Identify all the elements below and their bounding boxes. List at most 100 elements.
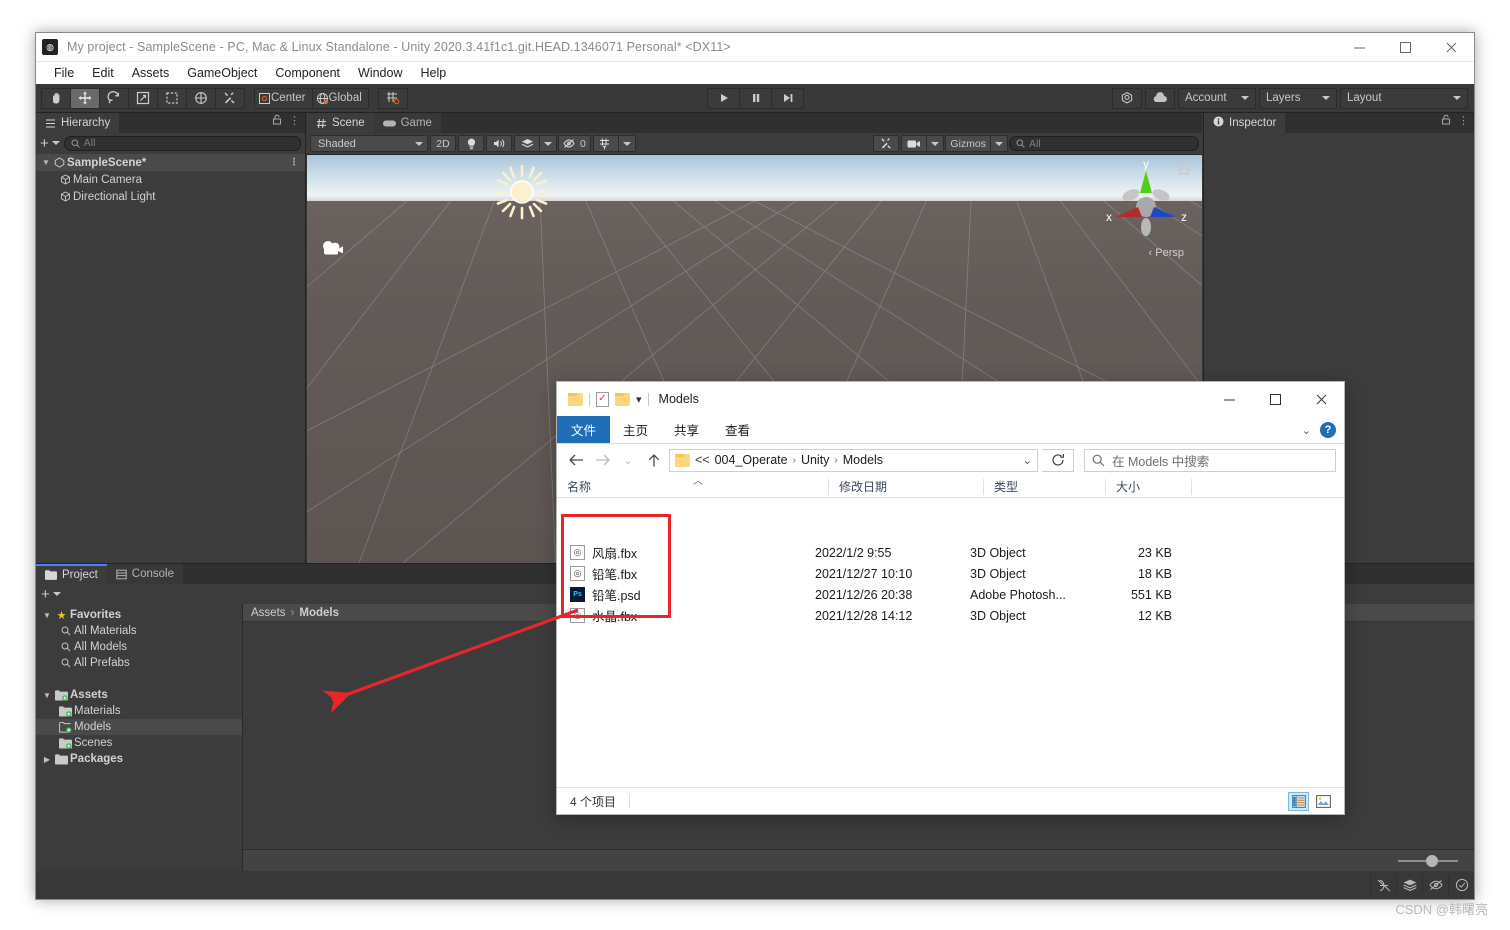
scene-grid-icon[interactable] bbox=[592, 135, 619, 152]
breadcrumb-assets[interactable]: Assets bbox=[251, 607, 286, 619]
tab-console[interactable]: Console bbox=[106, 564, 183, 584]
tree-item-favorites[interactable]: ▼ ★ Favorites bbox=[36, 607, 242, 623]
add-gameobject-button[interactable]: + bbox=[40, 136, 60, 151]
inspector-menu-icon[interactable]: ⋮ bbox=[1458, 116, 1469, 127]
scene-menu-icon[interactable]: ⋮ bbox=[289, 157, 299, 168]
address-bar[interactable]: << 004_Operate › Unity › Models ⌄ bbox=[669, 448, 1038, 472]
grid-dropdown-icon[interactable] bbox=[617, 135, 636, 152]
menu-component[interactable]: Component bbox=[266, 62, 349, 84]
expand-twisty-icon[interactable]: ▼ bbox=[40, 158, 52, 167]
expand-twisty-icon[interactable]: ▼ bbox=[41, 611, 53, 620]
tree-item-scenes[interactable]: Scenes bbox=[36, 735, 242, 751]
hierarchy-item-directional-light[interactable]: Directional Light bbox=[36, 188, 305, 205]
menu-edit[interactable]: Edit bbox=[83, 62, 123, 84]
tab-scene[interactable]: Scene bbox=[307, 113, 374, 133]
file-row[interactable]: ◎ 水晶.fbx 2021/12/28 14:12 3D Object 12 K… bbox=[557, 605, 1344, 626]
tree-item-all-models[interactable]: All Models bbox=[36, 639, 242, 655]
tab-game[interactable]: Game bbox=[373, 113, 441, 133]
address-crumb-1[interactable]: 004_Operate bbox=[715, 453, 788, 467]
tree-item-all-materials[interactable]: All Materials bbox=[36, 623, 242, 639]
tab-inspector[interactable]: Inspector bbox=[1204, 113, 1286, 133]
close-icon[interactable] bbox=[1298, 382, 1344, 416]
address-dropdown-chevron-icon[interactable]: ⌄ bbox=[1023, 454, 1032, 467]
ribbon-tab-file[interactable]: 文件 bbox=[557, 416, 611, 443]
expand-ribbon-chevron-icon[interactable]: ⌄ bbox=[1302, 424, 1311, 437]
toggle-2d-button[interactable]: 2D bbox=[430, 135, 456, 152]
tab-project[interactable]: Project bbox=[36, 564, 107, 584]
recent-locations-chevron-icon[interactable]: ⌄ bbox=[617, 448, 639, 472]
hierarchy-menu-icon[interactable]: ⋮ bbox=[289, 116, 300, 127]
scene-camera-settings-icon[interactable] bbox=[873, 135, 900, 152]
scene-audio-icon[interactable] bbox=[486, 135, 512, 152]
mute-audio-icon[interactable] bbox=[1370, 875, 1396, 895]
pause-button[interactable] bbox=[739, 87, 772, 109]
step-button[interactable] bbox=[771, 87, 804, 109]
ribbon-tab-view[interactable]: 查看 bbox=[712, 416, 763, 443]
tree-item-assets[interactable]: ▼ Assets bbox=[36, 687, 242, 703]
move-tool-icon[interactable] bbox=[70, 87, 100, 109]
column-header-date[interactable]: 修改日期 bbox=[828, 478, 983, 495]
breadcrumb-models[interactable]: Models bbox=[299, 607, 339, 619]
transform-tool-icon[interactable] bbox=[186, 87, 216, 109]
asset-zoom-knob[interactable] bbox=[1426, 854, 1438, 867]
scale-tool-icon[interactable] bbox=[128, 87, 158, 109]
layers-dropdown[interactable]: Layers bbox=[1259, 87, 1337, 109]
tree-item-materials[interactable]: Materials bbox=[36, 703, 242, 719]
column-header-size[interactable]: 大小 bbox=[1105, 478, 1191, 495]
back-arrow-icon[interactable] bbox=[565, 448, 587, 472]
fx-dropdown-icon[interactable] bbox=[539, 135, 557, 152]
file-row[interactable]: ◎ 风扇.fbx 2022/1/2 9:55 3D Object 23 KB bbox=[557, 542, 1344, 563]
gizmo-lock-icon[interactable] bbox=[1178, 162, 1190, 176]
address-crumb-3[interactable]: Models bbox=[843, 453, 883, 467]
forward-arrow-icon[interactable] bbox=[591, 448, 613, 472]
ribbon-tab-home[interactable]: 主页 bbox=[610, 416, 661, 443]
address-crumb-2[interactable]: Unity bbox=[801, 453, 829, 467]
directional-light-gizmo[interactable] bbox=[493, 163, 551, 221]
details-view-icon[interactable] bbox=[1288, 791, 1309, 811]
error-visibility-icon[interactable] bbox=[1422, 875, 1448, 895]
collapse-twisty-icon[interactable]: ▶ bbox=[41, 755, 53, 764]
new-folder-icon[interactable] bbox=[615, 392, 630, 406]
draw-mode-dropdown[interactable]: Shaded bbox=[310, 135, 428, 152]
folder-icon[interactable] bbox=[568, 392, 583, 406]
menu-help[interactable]: Help bbox=[411, 62, 455, 84]
custom-editor-tool-icon[interactable] bbox=[215, 87, 245, 109]
menu-gameobject[interactable]: GameObject bbox=[178, 62, 266, 84]
cloud-icon[interactable] bbox=[1145, 87, 1175, 109]
hand-tool-icon[interactable] bbox=[41, 87, 71, 109]
tree-item-packages[interactable]: ▶ Packages bbox=[36, 751, 242, 767]
account-dropdown[interactable]: Account bbox=[1178, 87, 1256, 109]
lock-icon[interactable] bbox=[1441, 112, 1451, 130]
maximize-icon[interactable] bbox=[1382, 33, 1428, 62]
scene-visibility-toggle[interactable]: 0 bbox=[558, 135, 591, 152]
asset-zoom-slider[interactable] bbox=[1398, 854, 1458, 867]
scene-camera-icon[interactable] bbox=[901, 135, 928, 152]
pivot-mode-button[interactable]: Center bbox=[254, 87, 313, 109]
hierarchy-item-samplescene[interactable]: ▼ SampleScene* ⋮ bbox=[36, 154, 305, 171]
menu-window[interactable]: Window bbox=[349, 62, 411, 84]
explorer-search-input[interactable]: 在 Models 中搜索 bbox=[1084, 448, 1336, 472]
expand-twisty-icon[interactable]: ▼ bbox=[41, 691, 53, 700]
close-icon[interactable] bbox=[1428, 33, 1474, 62]
column-header-type[interactable]: 类型 bbox=[983, 478, 1105, 495]
hierarchy-search-input[interactable]: All bbox=[63, 135, 301, 151]
menu-assets[interactable]: Assets bbox=[123, 62, 179, 84]
ready-check-icon[interactable] bbox=[1448, 875, 1474, 895]
tree-item-models[interactable]: Models bbox=[36, 719, 242, 735]
help-icon[interactable]: ? bbox=[1320, 422, 1336, 438]
projection-label[interactable]: ‹ Persp bbox=[1149, 247, 1184, 259]
scene-camera-dropdown-icon[interactable] bbox=[926, 135, 945, 152]
breadcrumb-separator-icon[interactable]: › bbox=[793, 455, 796, 466]
rect-tool-icon[interactable] bbox=[157, 87, 187, 109]
create-asset-button[interactable]: + bbox=[41, 587, 61, 602]
tab-hierarchy[interactable]: Hierarchy bbox=[36, 113, 120, 133]
gizmos-button[interactable]: Gizmos bbox=[945, 135, 991, 152]
refresh-icon[interactable] bbox=[1042, 448, 1074, 472]
hierarchy-item-main-camera[interactable]: Main Camera bbox=[36, 171, 305, 188]
play-button[interactable] bbox=[707, 87, 740, 109]
grid-snap-icon[interactable] bbox=[377, 87, 408, 109]
main-camera-gizmo[interactable] bbox=[319, 239, 347, 259]
scene-search-input[interactable]: All bbox=[1009, 136, 1199, 151]
rotate-tool-icon[interactable] bbox=[99, 87, 129, 109]
tree-item-all-prefabs[interactable]: All Prefabs bbox=[36, 655, 242, 671]
